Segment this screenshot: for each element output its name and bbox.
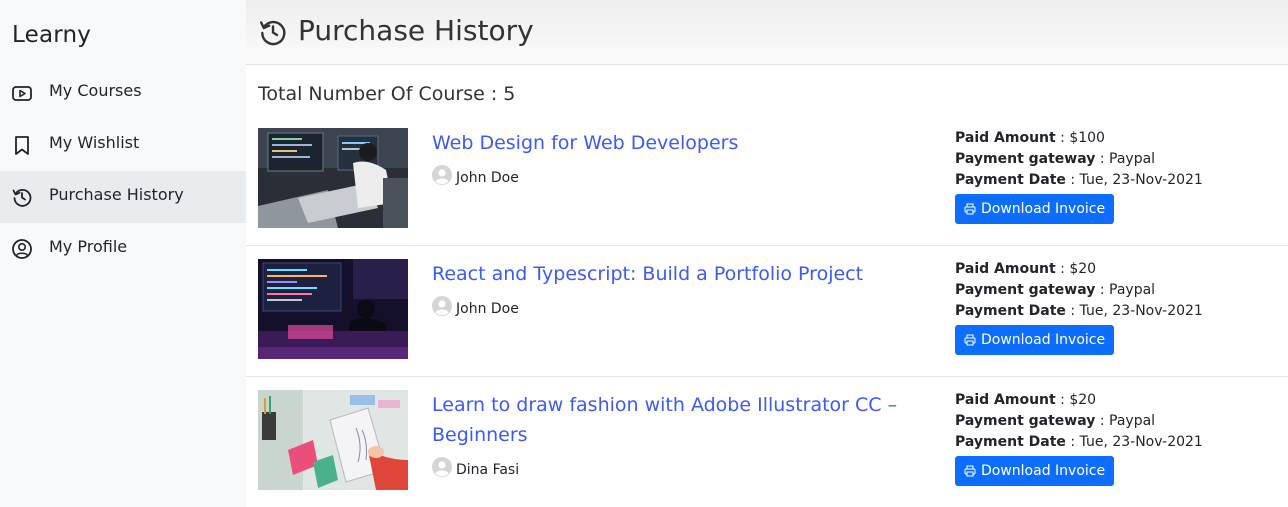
avatar-placeholder-icon [432,165,452,185]
history-icon [260,20,286,46]
course-title-link[interactable]: Web Design for Web Developers [432,128,902,158]
purchase-row: Web Design for Web Developers John Doe P… [246,115,1288,246]
sidebar-item-my-wishlist[interactable]: My Wishlist [0,119,246,171]
payment-date-value: Tue, 23-Nov-2021 [1079,303,1203,319]
download-invoice-label: Download Invoice [981,332,1106,348]
play-video-icon [12,86,32,101]
avatar-placeholder-icon [432,457,452,477]
course-author: Dina Fasi [432,456,519,478]
payment-date-label: Payment Date [955,434,1066,450]
total-courses-count: Total Number Of Course : 5 [258,83,516,105]
sidebar-item-my-courses[interactable]: My Courses [0,67,246,119]
paid-amount-label: Paid Amount [955,130,1056,146]
payment-date-label: Payment Date [955,172,1066,188]
paid-amount-value: $20 [1069,261,1097,277]
payment-gateway-label: Payment gateway [955,413,1096,429]
purchase-row: Learn to draw fashion with Adobe Illustr… [246,377,1288,507]
payment-info: Paid Amount : $20 Payment gateway : Payp… [955,392,1203,450]
course-title-link[interactable]: Learn to draw fashion with Adobe Illustr… [432,390,902,450]
payment-date-label: Payment Date [955,303,1066,319]
author-name: Dina Fasi [456,462,520,478]
download-invoice-button[interactable]: Download Invoice [955,325,1115,355]
course-author: John Doe [432,295,519,317]
sidebar-item-label: My Wishlist [49,133,140,152]
download-invoice-label: Download Invoice [981,201,1106,217]
sidebar: Learny My Courses My Wishlist Purchase H… [0,0,246,507]
payment-info: Paid Amount : $20 Payment gateway : Payp… [955,261,1203,319]
history-icon [12,189,32,207]
page-title: Purchase History [298,14,534,47]
avatar-placeholder-icon [432,296,452,316]
paid-amount-value: $100 [1069,130,1105,146]
payment-gateway-label: Payment gateway [955,282,1096,298]
download-invoice-label: Download Invoice [981,463,1106,479]
paid-amount-value: $20 [1069,392,1097,408]
payment-date-value: Tue, 23-Nov-2021 [1079,172,1203,188]
payment-date-value: Tue, 23-Nov-2021 [1079,434,1203,450]
course-thumbnail[interactable] [258,259,408,359]
purchase-row: React and Typescript: Build a Portfolio … [246,246,1288,377]
paid-amount-label: Paid Amount [955,261,1056,277]
sidebar-item-label: My Courses [49,81,142,100]
printer-icon [964,203,976,215]
user-circle-icon [12,239,32,259]
paid-amount-label: Paid Amount [955,392,1056,408]
payment-info: Paid Amount : $100 Payment gateway : Pay… [955,130,1203,188]
course-thumbnail[interactable] [258,128,408,228]
course-author: John Doe [432,164,519,186]
sidebar-item-label: My Profile [49,237,128,256]
brand-logo[interactable]: Learny [12,22,91,48]
payment-gateway-value: Paypal [1109,151,1156,167]
printer-icon [964,334,976,346]
course-thumbnail[interactable] [258,390,408,490]
sidebar-item-purchase-history[interactable]: Purchase History [0,171,246,223]
download-invoice-button[interactable]: Download Invoice [955,194,1115,224]
author-name: John Doe [456,170,519,186]
printer-icon [964,465,976,477]
payment-gateway-label: Payment gateway [955,151,1096,167]
bookmark-icon [15,136,29,155]
author-name: John Doe [456,301,519,317]
payment-gateway-value: Paypal [1109,282,1156,298]
download-invoice-button[interactable]: Download Invoice [955,456,1115,486]
sidebar-item-label: Purchase History [49,185,184,204]
sidebar-item-my-profile[interactable]: My Profile [0,223,246,275]
payment-gateway-value: Paypal [1109,413,1156,429]
page-header: Purchase History [246,0,1288,65]
course-title-link[interactable]: React and Typescript: Build a Portfolio … [432,259,902,289]
